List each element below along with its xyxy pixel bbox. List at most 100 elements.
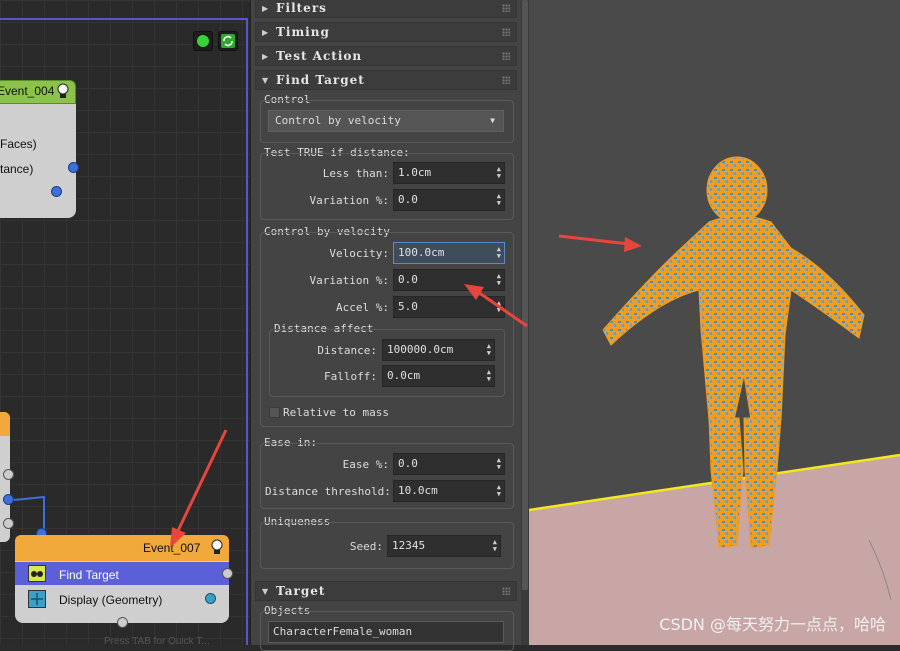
velocity-spinner[interactable]: 100.0cm ▲ ▼ xyxy=(393,242,505,264)
target-objects-list[interactable]: CharacterFemale_woman xyxy=(268,621,504,643)
input-port[interactable] xyxy=(3,518,14,529)
grip-icon[interactable] xyxy=(502,4,510,12)
timing-label: Timing xyxy=(276,25,330,39)
spinner-arrows-icon[interactable]: ▲ ▼ xyxy=(497,484,501,498)
find-target-label: Find Target xyxy=(59,568,119,582)
spinner-arrows-icon[interactable]: ▲ ▼ xyxy=(497,273,501,287)
spinner-arrows-icon[interactable]: ▲ ▼ xyxy=(493,539,497,553)
seed-label: Seed: xyxy=(349,540,383,553)
3d-viewport[interactable]: CSDN @每天努力一点点，哈哈 xyxy=(529,0,900,645)
graph-hint-text: Press TAB for Quick T... xyxy=(104,636,210,645)
less-than-spinner[interactable]: 1.0cm ▲ ▼ xyxy=(393,162,505,184)
seed-spinner[interactable]: 12345 ▲ ▼ xyxy=(387,535,501,557)
find-target-icon xyxy=(28,565,46,582)
display-output-port[interactable] xyxy=(205,593,216,604)
target-object-item[interactable]: CharacterFemale_woman xyxy=(273,625,412,638)
dropdown-arrow-icon: ▼ xyxy=(490,116,495,125)
scrollbar-thumb[interactable] xyxy=(522,0,528,590)
accel-value: 5.0 xyxy=(398,300,418,313)
event-004-title: Event_004 xyxy=(0,84,55,98)
grip-icon[interactable] xyxy=(502,587,510,595)
bulb-icon[interactable] xyxy=(56,83,70,99)
velocity-variation-spinner[interactable]: 0.0 ▲ ▼ xyxy=(393,269,505,291)
partial-event-header xyxy=(0,412,10,436)
expanded-arrow-icon: ▼ xyxy=(262,586,269,596)
distance-label: Distance: xyxy=(317,344,377,357)
target-rollout-label: Target xyxy=(276,584,326,598)
velocity-value: 100.0cm xyxy=(398,246,445,259)
grip-icon[interactable] xyxy=(502,76,510,84)
falloff-spinner[interactable]: 0.0cm ▲ ▼ xyxy=(382,365,495,387)
find-target-rollout-header[interactable]: ▼ Find Target xyxy=(255,70,517,90)
output-port[interactable] xyxy=(51,186,62,197)
rollout-panel: ▶ Filters ▶ Timing ▶ Test Action ▼ Find Targ… xyxy=(250,0,522,651)
spinner-arrows-icon[interactable]: ▲ ▼ xyxy=(487,369,491,383)
event-004-body xyxy=(0,104,76,218)
event-007-bottom-port[interactable] xyxy=(117,617,128,628)
falloff-label: Falloff: xyxy=(324,370,377,383)
event-004-row-1: Faces) xyxy=(0,137,37,151)
ease-percent-label: Ease %: xyxy=(342,458,389,471)
viewport-scene xyxy=(529,156,900,645)
test-action-rollout-header[interactable]: ▶ Test Action xyxy=(255,46,517,66)
target-rollout-header[interactable]: ▼ Target xyxy=(255,581,517,601)
distance-spinner[interactable]: 100000.0cm ▲ ▼ xyxy=(382,339,495,361)
wire-port[interactable] xyxy=(3,494,14,505)
display-geometry-label: Display (Geometry) xyxy=(59,593,163,607)
output-port[interactable] xyxy=(68,162,79,173)
bulb-icon[interactable] xyxy=(210,539,224,555)
event-007-title: Event_007 xyxy=(143,541,201,555)
spinner-arrows-icon[interactable]: ▲ ▼ xyxy=(497,246,501,260)
ease-percent-spinner[interactable]: 0.0 ▲ ▼ xyxy=(393,453,505,475)
refresh-button[interactable] xyxy=(218,31,238,51)
ease-percent-value: 0.0 xyxy=(398,457,418,470)
test-variation-spinner[interactable]: 0.0 ▲ ▼ xyxy=(393,189,505,211)
distance-value: 100000.0cm xyxy=(387,343,454,356)
accel-spinner[interactable]: 5.0 ▲ ▼ xyxy=(393,296,505,318)
display-icon xyxy=(28,590,46,608)
control-mode-dropdown[interactable]: Control by velocity ▼ xyxy=(268,110,504,132)
seed-value: 12345 xyxy=(392,539,426,552)
find-target-rollout-label: Find Target xyxy=(276,73,365,87)
less-than-value: 1.0cm xyxy=(398,166,432,179)
find-target-output-port[interactable] xyxy=(222,568,233,579)
spinner-arrows-icon[interactable]: ▲ ▼ xyxy=(487,343,491,357)
timing-rollout-header[interactable]: ▶ Timing xyxy=(255,22,517,42)
accel-label: Accel %: xyxy=(336,301,389,314)
relative-to-mass-label: Relative to mass xyxy=(283,406,389,419)
collapsed-arrow-icon: ▶ xyxy=(262,27,269,37)
panel-scrollbar[interactable] xyxy=(521,0,529,645)
test-action-label: Test Action xyxy=(276,49,363,63)
annotation-arrow xyxy=(558,234,630,246)
event-004-row-2: tance) xyxy=(0,162,34,176)
grip-icon[interactable] xyxy=(502,28,510,36)
spinner-arrows-icon[interactable]: ▲ ▼ xyxy=(497,300,501,314)
filters-rollout-header[interactable]: ▶ Filters xyxy=(255,0,517,18)
test-variation-value: 0.0 xyxy=(398,193,418,206)
velocity-variation-label: Variation %: xyxy=(309,274,389,287)
green-dot-icon xyxy=(197,35,209,47)
event-007-node[interactable]: Event_007 Find Target Display (Geometry) xyxy=(15,535,229,623)
input-port[interactable] xyxy=(3,469,14,480)
less-than-label: Less than: xyxy=(322,167,389,180)
velocity-label: Velocity: xyxy=(329,247,389,260)
spinner-arrows-icon[interactable]: ▲ ▼ xyxy=(497,193,501,207)
filters-label: Filters xyxy=(276,1,327,15)
particle-view-graph[interactable]: Event_004 Faces) tance) Event_007 Find T… xyxy=(0,0,250,645)
distance-threshold-value: 10.0cm xyxy=(398,484,438,497)
find-target-operator[interactable] xyxy=(15,562,229,585)
relative-to-mass-checkbox[interactable] xyxy=(269,407,280,418)
collapsed-arrow-icon: ▶ xyxy=(262,51,269,61)
event-004-node[interactable]: Event_004 Faces) tance) xyxy=(0,80,78,218)
grip-icon[interactable] xyxy=(502,52,510,60)
falloff-value: 0.0cm xyxy=(387,369,421,382)
collapsed-arrow-icon: ▶ xyxy=(262,3,269,13)
node-status-button[interactable] xyxy=(193,31,213,51)
refresh-icon xyxy=(221,34,235,48)
spinner-arrows-icon[interactable]: ▲ ▼ xyxy=(497,457,501,471)
control-mode-value: Control by velocity xyxy=(275,114,401,127)
velocity-variation-value: 0.0 xyxy=(398,273,418,286)
expanded-arrow-icon: ▼ xyxy=(262,75,269,85)
spinner-arrows-icon[interactable]: ▲ ▼ xyxy=(497,166,501,180)
distance-threshold-spinner[interactable]: 10.0cm ▲ ▼ xyxy=(393,480,505,502)
